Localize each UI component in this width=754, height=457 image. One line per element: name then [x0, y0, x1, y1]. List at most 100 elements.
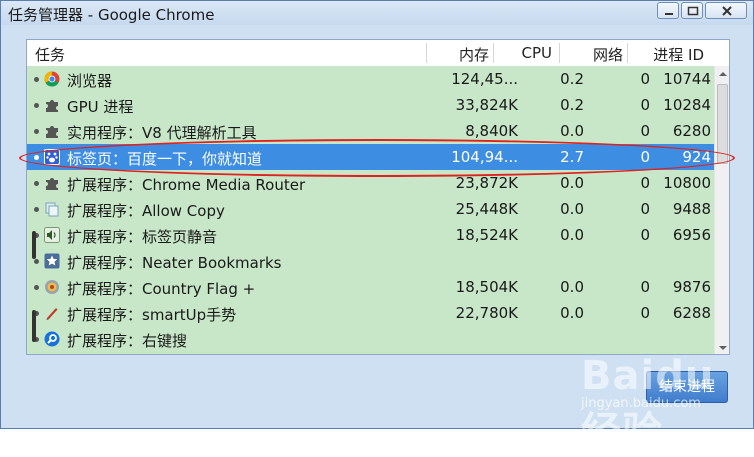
memory-value: 8,840K: [465, 122, 518, 140]
title-bar: 任务管理器 - Google Chrome: [1, 1, 753, 25]
task-name: GPU 进程: [67, 98, 134, 116]
flag-gear-icon: [44, 279, 60, 295]
bullet-dot: [34, 207, 39, 212]
bullet-dot: [34, 285, 39, 290]
column-header-task[interactable]: 任务: [35, 44, 65, 65]
bullet-dot: [34, 155, 39, 160]
row-mark: [32, 231, 36, 259]
table-row[interactable]: 标签页：百度一下，你就知道 104,94... 2.7 0 924: [27, 144, 714, 170]
network-value: 0: [640, 148, 650, 166]
pid-value: 10744: [663, 70, 711, 88]
task-name: 扩展程序：Allow Copy: [67, 202, 225, 220]
memory-value: 33,824K: [455, 96, 518, 114]
task-name: 标签页：百度一下，你就知道: [67, 150, 263, 168]
pid-value: 10800: [663, 174, 711, 192]
column-divider[interactable]: [493, 43, 494, 63]
maximize-icon: [687, 6, 699, 16]
task-name: 扩展程序：右键搜: [67, 332, 188, 350]
cpu-value: 0.0: [560, 122, 584, 140]
table-row[interactable]: 浏览器 124,45... 0.2 0 10744: [27, 66, 714, 92]
vertical-scrollbar[interactable]: [714, 66, 730, 354]
memory-value: 104,94...: [451, 148, 518, 166]
window-title: 任务管理器 - Google Chrome: [8, 6, 215, 24]
cpu-value: 0.2: [560, 70, 584, 88]
column-header-memory[interactable]: 内存: [459, 44, 489, 65]
network-value: 0: [640, 278, 650, 296]
task-name: 实用程序：V8 代理解析工具: [67, 124, 257, 142]
row-mark: [32, 310, 36, 342]
table-row[interactable]: 扩展程序：Chrome Media Router 23,872K 0.0 0 10800: [27, 170, 714, 196]
maximize-button[interactable]: [681, 2, 703, 19]
bullet-dot: [34, 103, 39, 108]
close-button[interactable]: [705, 2, 747, 19]
network-value: 0: [640, 96, 650, 114]
minimize-button[interactable]: [657, 2, 679, 19]
bullet-dot: [34, 181, 39, 186]
table-row[interactable]: GPU 进程 33,824K 0.2 0 10284: [27, 92, 714, 118]
table-row[interactable]: 扩展程序：Neater Bookmarks: [27, 248, 714, 274]
pen-icon: [44, 305, 60, 321]
speaker-icon: [44, 227, 60, 243]
task-table: 任务 内存 CPU 网络 进程 ID 浏览器 124,45... 0.2 0 10744…: [26, 39, 730, 355]
watermark-url: jingyan.baidu.com: [581, 396, 701, 411]
pid-value: 10284: [663, 96, 711, 114]
table-row[interactable]: 实用程序：V8 代理解析工具 8,840K 0.0 0 6280: [27, 118, 714, 144]
column-divider[interactable]: [559, 43, 560, 63]
cpu-value: 0.2: [560, 96, 584, 114]
pid-value: 6956: [672, 226, 711, 244]
scroll-up-icon[interactable]: [715, 66, 730, 82]
table-row[interactable]: 扩展程序：标签页静音 18,524K 0.0 0 6956: [27, 222, 714, 248]
pid-value: 6280: [672, 122, 711, 140]
cpu-value: 0.0: [560, 304, 584, 322]
scrollbar-thumb[interactable]: [717, 84, 728, 164]
column-divider[interactable]: [627, 43, 628, 63]
memory-value: 22,780K: [455, 304, 518, 322]
puzzle-icon: [44, 97, 60, 113]
task-name: 扩展程序：Chrome Media Router: [67, 176, 306, 194]
task-name: 扩展程序：Neater Bookmarks: [67, 254, 282, 272]
table-row[interactable]: 扩展程序：smartUp手势 22,780K 0.0 0 6288: [27, 300, 714, 326]
pid-value: 9876: [672, 278, 711, 296]
pid-value: 6288: [672, 304, 711, 322]
table-row[interactable]: 扩展程序：Country Flag + 18,504K 0.0 0 9876: [27, 274, 714, 300]
network-value: 0: [640, 174, 650, 192]
chrome-icon: [44, 71, 60, 87]
memory-value: 18,524K: [455, 226, 518, 244]
network-value: 0: [640, 200, 650, 218]
network-value: 0: [640, 70, 650, 88]
column-header-pid[interactable]: 进程 ID: [653, 44, 704, 65]
search-icon: [44, 331, 60, 347]
task-rows: 浏览器 124,45... 0.2 0 10744 GPU 进程 33,824K 0.2 0 10…: [27, 66, 714, 354]
bullet-dot: [34, 77, 39, 82]
task-name: 扩展程序：Country Flag +: [67, 280, 256, 298]
task-name: 扩展程序：smartUp手势: [67, 306, 237, 324]
memory-value: 18,504K: [455, 278, 518, 296]
puzzle-icon: [44, 175, 60, 191]
table-header: 任务 内存 CPU 网络 进程 ID: [27, 40, 729, 67]
network-value: 0: [640, 122, 650, 140]
cpu-value: 0.0: [560, 200, 584, 218]
column-divider[interactable]: [426, 43, 427, 63]
memory-value: 25,448K: [455, 200, 518, 218]
column-header-cpu[interactable]: CPU: [522, 44, 553, 62]
column-header-network[interactable]: 网络: [593, 44, 623, 65]
network-value: 0: [640, 226, 650, 244]
pid-value: 9488: [672, 200, 711, 218]
bullet-dot: [34, 259, 39, 264]
puzzle-icon: [44, 123, 60, 139]
bullet-dot: [34, 129, 39, 134]
memory-value: 23,872K: [455, 174, 518, 192]
baidu-paw-icon: [44, 149, 60, 165]
memory-value: 124,45...: [451, 70, 518, 88]
pid-value: 924: [682, 148, 711, 166]
network-value: 0: [640, 304, 650, 322]
table-row[interactable]: 扩展程序：Allow Copy 25,448K 0.0 0 9488: [27, 196, 714, 222]
cpu-value: 0.0: [560, 226, 584, 244]
star-icon: [44, 253, 60, 269]
task-name: 浏览器: [67, 72, 113, 90]
task-name: 扩展程序：标签页静音: [67, 228, 218, 246]
table-row[interactable]: 扩展程序：右键搜: [27, 326, 714, 352]
copy-icon: [44, 201, 60, 217]
close-icon: [722, 6, 732, 16]
window-controls: [657, 2, 747, 19]
